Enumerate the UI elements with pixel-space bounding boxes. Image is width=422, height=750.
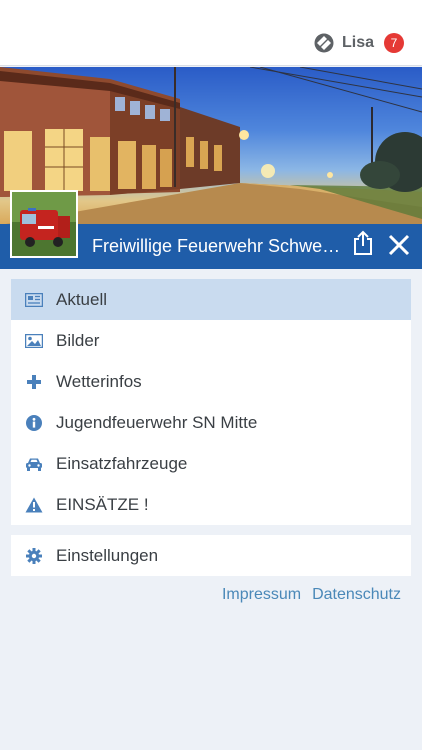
share-icon xyxy=(352,230,374,260)
menu-item-wetterinfos[interactable]: Wetterinfos xyxy=(11,361,411,402)
plus-icon xyxy=(25,373,43,391)
menu-item-aktuell[interactable]: Aktuell xyxy=(11,279,411,320)
menu-label: Einsatzfahrzeuge xyxy=(56,453,188,473)
menu-item-bilder[interactable]: Bilder xyxy=(11,320,411,361)
site-title: Freiwillige Feuerwehr Schwerin Mitte xyxy=(92,236,342,256)
datenschutz-link[interactable]: Datenschutz xyxy=(312,586,401,604)
menu-item-jugendfeuerwehr[interactable]: Jugendfeuerwehr SN Mitte xyxy=(11,402,411,443)
menu-item-einsaetze[interactable]: EINSÄTZE ! xyxy=(11,484,411,525)
gear-icon xyxy=(25,547,43,565)
app-logo-icon xyxy=(314,33,334,53)
menu-label: EINSÄTZE ! xyxy=(56,494,149,514)
user-account[interactable]: Lisa 7 xyxy=(314,33,404,53)
menu-label: Bilder xyxy=(56,330,100,350)
menu-item-einstellungen[interactable]: Einstellungen xyxy=(11,535,411,576)
image-icon xyxy=(25,332,43,350)
site-thumbnail xyxy=(10,190,78,258)
info-icon xyxy=(25,414,43,432)
footer-links: Impressum Datenschutz xyxy=(222,586,401,604)
close-icon xyxy=(386,234,412,262)
notification-badge[interactable]: 7 xyxy=(384,33,404,53)
nav-menu: Aktuell Bilder Wetterinfos Jugendfeuerwe… xyxy=(11,279,411,525)
menu-label: Wetterinfos xyxy=(56,371,142,391)
close-button[interactable] xyxy=(386,232,412,258)
menu-label: Jugendfeuerwehr SN Mitte xyxy=(56,412,258,432)
menu-label: Einstellungen xyxy=(56,545,159,565)
impressum-link[interactable]: Impressum xyxy=(222,586,301,604)
menu-item-einsatzfahrzeuge[interactable]: Einsatzfahrzeuge xyxy=(11,443,411,484)
share-button[interactable] xyxy=(352,230,374,256)
news-icon xyxy=(25,291,43,309)
car-icon xyxy=(25,455,43,473)
menu-label: Aktuell xyxy=(56,289,108,309)
warning-icon xyxy=(25,496,43,514)
top-bar: Lisa 7 xyxy=(0,0,422,66)
user-name[interactable]: Lisa xyxy=(342,34,374,52)
